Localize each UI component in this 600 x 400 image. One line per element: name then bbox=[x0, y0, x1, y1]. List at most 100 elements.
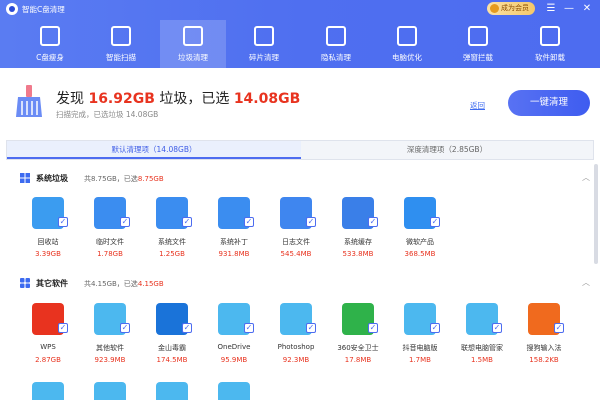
nav-privacy[interactable]: 隐私清理 bbox=[303, 20, 369, 68]
item-checkbox[interactable]: ✓ bbox=[306, 217, 316, 227]
nav-label: 电脑优化 bbox=[392, 53, 422, 62]
trash-clean-icon bbox=[183, 26, 203, 46]
section-meta-selected: 4.15GB bbox=[137, 280, 164, 288]
item-checkbox[interactable]: ✓ bbox=[306, 323, 316, 333]
item-checkbox[interactable]: ✓ bbox=[492, 323, 502, 333]
item-name: 系统补丁 bbox=[220, 238, 248, 246]
clean-item[interactable]: ✓ 360安全卫士 17.8MB bbox=[328, 303, 388, 383]
apps-grid-icon bbox=[20, 278, 30, 288]
found-prefix: 发现 bbox=[56, 91, 84, 107]
item-size: 17.8MB bbox=[344, 356, 372, 364]
nav-label: 弹窗拦截 bbox=[463, 53, 493, 62]
section-meta: 共4.15GB，已选4.15GB bbox=[84, 279, 164, 289]
collapse-icon[interactable]: ︿ bbox=[582, 172, 590, 183]
section-title: 系统垃圾 bbox=[36, 174, 68, 183]
app-icon bbox=[94, 382, 126, 400]
item-size: 3.39GB bbox=[35, 250, 61, 258]
scan-status: 扫描完成，已选垃圾 14.08GB bbox=[56, 110, 159, 119]
tab-default-clean[interactable]: 默认清理项（14.08GB） bbox=[7, 141, 301, 159]
clean-item[interactable]: ✓ 微软产品 368.5MB bbox=[390, 197, 450, 277]
clean-item[interactable]: ✓ OneDrive 95.9MB bbox=[204, 303, 264, 383]
app-logo-icon bbox=[6, 3, 18, 15]
item-size: 368.5MB bbox=[404, 250, 436, 258]
header: 智能C盘清理 成为会员 ☰ — ✕ C盘瘦身 智能扫描 垃圾清理 碎片清理 隐私… bbox=[0, 0, 600, 68]
nav-popup-block[interactable]: 弹窗拦截 bbox=[445, 20, 511, 68]
one-click-clean-button[interactable]: 一键清理 bbox=[508, 90, 590, 116]
main-nav: C盘瘦身 智能扫描 垃圾清理 碎片清理 隐私清理 电脑优化 弹窗拦截 软件卸载 bbox=[0, 20, 600, 68]
item-name: 联想电脑管家 bbox=[461, 344, 503, 352]
nav-optimize[interactable]: 电脑优化 bbox=[374, 20, 440, 68]
clean-item[interactable]: ✓ 系统文件 1.25GB bbox=[142, 197, 202, 277]
nav-label: 智能扫描 bbox=[106, 53, 136, 62]
privacy-shield-icon bbox=[326, 26, 346, 46]
item-name: 搜狗输入法 bbox=[526, 344, 562, 352]
item-size: 2.87GB bbox=[35, 356, 61, 364]
clean-item[interactable]: ✓ 搜狗输入法 158.2KB bbox=[514, 303, 574, 383]
app-icon bbox=[218, 382, 250, 400]
back-link[interactable]: 返回 bbox=[470, 100, 485, 111]
item-name: 回收站 bbox=[37, 238, 59, 246]
clean-item[interactable]: ✓ 联想电脑管家 1.5MB bbox=[452, 303, 512, 383]
item-checkbox[interactable]: ✓ bbox=[182, 323, 192, 333]
item-name: OneDrive bbox=[217, 343, 251, 351]
vip-label: 成为会员 bbox=[501, 4, 529, 12]
item-size: 545.4MB bbox=[280, 250, 312, 258]
nav-trash-clean[interactable]: 垃圾清理 bbox=[160, 20, 226, 68]
item-checkbox[interactable]: ✓ bbox=[58, 323, 68, 333]
clean-item[interactable]: ✓ 抖音电脑版 1.7MB bbox=[390, 303, 450, 383]
item-checkbox[interactable]: ✓ bbox=[120, 323, 130, 333]
crown-icon bbox=[490, 4, 499, 13]
ai-scan-icon bbox=[111, 26, 131, 46]
clean-item[interactable]: ✓ Photoshop 92.3MB bbox=[266, 303, 326, 383]
clean-item[interactable]: ✓ 回收站 3.39GB bbox=[18, 197, 78, 277]
item-name: 微软产品 bbox=[406, 238, 434, 246]
item-name: 日志文件 bbox=[282, 238, 310, 246]
clean-item[interactable]: ✓ 其他软件 923.9MB bbox=[80, 303, 140, 383]
item-size: 95.9MB bbox=[220, 356, 248, 364]
item-size: 1.7MB bbox=[409, 356, 431, 364]
item-checkbox[interactable]: ✓ bbox=[182, 217, 192, 227]
item-checkbox[interactable]: ✓ bbox=[120, 217, 130, 227]
item-checkbox[interactable]: ✓ bbox=[244, 217, 254, 227]
minimize-icon[interactable]: — bbox=[562, 2, 576, 16]
c-drive-icon bbox=[40, 26, 60, 46]
close-icon[interactable]: ✕ bbox=[580, 2, 594, 16]
nav-fragment[interactable]: 碎片清理 bbox=[231, 20, 297, 68]
nav-label: 垃圾清理 bbox=[178, 53, 208, 62]
nav-label: 软件卸载 bbox=[535, 53, 565, 62]
item-size: 174.5MB bbox=[156, 356, 188, 364]
broom-icon bbox=[16, 85, 42, 117]
clean-item[interactable]: ✓ 系统缓存 533.8MB bbox=[328, 197, 388, 277]
tab-deep-clean[interactable]: 深度清理项（2.85GB） bbox=[301, 141, 593, 159]
titlebar: 智能C盘清理 成为会员 ☰ — ✕ bbox=[0, 0, 600, 18]
item-checkbox[interactable]: ✓ bbox=[430, 217, 440, 227]
clean-item[interactable]: ✓ 金山毒霸 174.5MB bbox=[142, 303, 202, 383]
menu-icon[interactable]: ☰ bbox=[544, 2, 558, 16]
item-name: 临时文件 bbox=[96, 238, 124, 246]
scrollbar[interactable] bbox=[594, 164, 598, 264]
nav-c-drive[interactable]: C盘瘦身 bbox=[17, 20, 83, 68]
item-checkbox[interactable]: ✓ bbox=[554, 323, 564, 333]
nav-uninstall[interactable]: 软件卸载 bbox=[517, 20, 583, 68]
clean-item[interactable]: ✓ 日志文件 545.4MB bbox=[266, 197, 326, 277]
vip-button[interactable]: 成为会员 bbox=[487, 2, 535, 15]
nav-ai-scan[interactable]: 智能扫描 bbox=[88, 20, 154, 68]
item-checkbox[interactable]: ✓ bbox=[430, 323, 440, 333]
clean-item[interactable]: ✓ 系统补丁 931.8MB bbox=[204, 197, 264, 277]
selected-size: 14.08GB bbox=[233, 91, 301, 107]
collapse-icon[interactable]: ︿ bbox=[582, 277, 590, 288]
app-icon bbox=[156, 382, 188, 400]
nav-label: C盘瘦身 bbox=[36, 53, 64, 62]
found-size: 16.92GB bbox=[88, 91, 155, 107]
clean-item[interactable]: ✓ 临时文件 1.78GB bbox=[80, 197, 140, 277]
item-checkbox[interactable]: ✓ bbox=[368, 217, 378, 227]
found-middle: 垃圾，已选 bbox=[159, 91, 230, 107]
item-checkbox[interactable]: ✓ bbox=[58, 217, 68, 227]
clean-item[interactable]: ✓ WPS 2.87GB bbox=[18, 303, 78, 383]
section-meta-prefix: 共4.15GB，已选 bbox=[84, 280, 138, 288]
item-checkbox[interactable]: ✓ bbox=[244, 323, 254, 333]
item-checkbox[interactable]: ✓ bbox=[368, 323, 378, 333]
item-size: 1.78GB bbox=[97, 250, 123, 258]
item-name: 金山毒霸 bbox=[158, 344, 186, 352]
section-meta-prefix: 共8.75GB，已选 bbox=[84, 175, 138, 183]
